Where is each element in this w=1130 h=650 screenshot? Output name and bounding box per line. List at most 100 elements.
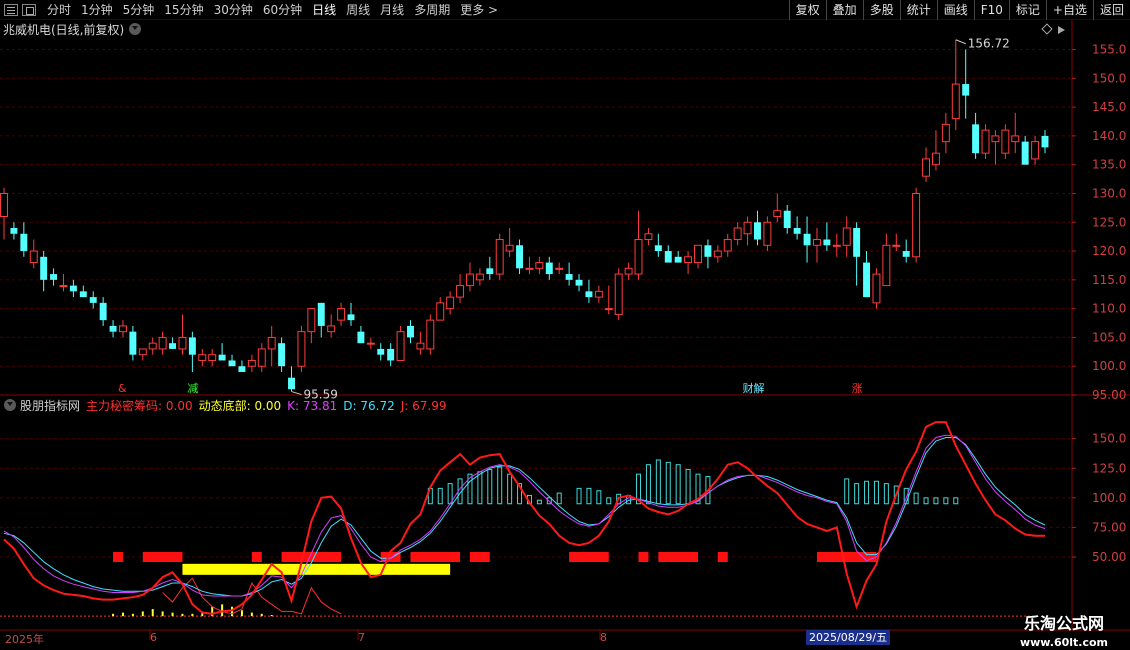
candle-body	[50, 274, 58, 280]
dynamic-bottom-line	[162, 577, 342, 615]
period-tab-4[interactable]: 30分钟	[209, 1, 258, 18]
period-tab-0[interactable]: 分时	[42, 1, 76, 18]
histogram-bar	[447, 483, 453, 505]
period-tab-10[interactable]: 更多 >	[455, 1, 503, 18]
candle-body	[486, 268, 494, 275]
candle-body	[585, 291, 593, 298]
histogram-bar	[883, 483, 889, 505]
indicator-value-4: J: 67.99	[400, 398, 447, 413]
candle-body	[69, 285, 77, 292]
candle-body	[407, 325, 414, 338]
tool-button-1[interactable]: 叠加	[825, 0, 863, 20]
candle-body	[1021, 141, 1029, 165]
candle-body	[972, 124, 980, 154]
candle-body	[327, 325, 336, 333]
candle-body	[169, 343, 177, 349]
date-label-june: 6	[150, 631, 157, 644]
candle-body	[357, 331, 365, 344]
histogram-bar	[616, 493, 622, 505]
candle-body	[684, 256, 693, 264]
period-tab-7[interactable]: 周线	[341, 1, 375, 18]
signal-bar-red	[569, 552, 609, 562]
signal-bar-yellow	[182, 563, 451, 575]
tool-button-5[interactable]: F10	[973, 0, 1009, 20]
event-marker: 减	[187, 382, 198, 395]
kdj-j-line	[3, 421, 1045, 615]
period-tab-6[interactable]: 日线	[307, 1, 341, 18]
candle-body	[575, 279, 583, 286]
indicator-name[interactable]: 股朋指标网	[20, 397, 80, 414]
candle-body	[674, 256, 682, 263]
period-tab-8[interactable]: 月线	[375, 1, 409, 18]
candle-body	[535, 262, 544, 269]
date-label-year: 2025年	[5, 633, 44, 646]
window-icon[interactable]	[22, 3, 36, 16]
candle-body	[456, 285, 465, 298]
candle-body	[783, 210, 791, 229]
tool-button-7[interactable]: +自选	[1045, 0, 1093, 20]
candle-body	[882, 244, 891, 287]
candle-body	[981, 129, 990, 154]
tool-button-6[interactable]: 标记	[1008, 0, 1046, 20]
high-price-label: 156.72	[968, 37, 1010, 51]
histogram-bar	[546, 497, 552, 505]
candle-body	[119, 325, 127, 333]
candle-body	[198, 354, 207, 361]
signal-bar-red	[410, 552, 461, 562]
candle-body	[842, 227, 851, 246]
indicator-dropdown-icon[interactable]	[4, 399, 16, 411]
menu-icon[interactable]	[4, 3, 18, 16]
expand-arrow-icon[interactable]	[1058, 26, 1065, 34]
period-tab-5[interactable]: 60分钟	[258, 1, 307, 18]
diamond-icon[interactable]	[1041, 23, 1053, 35]
period-tab-9[interactable]: 多周期	[409, 1, 455, 18]
histogram-bar	[665, 461, 671, 505]
histogram-bar	[903, 487, 909, 505]
tool-button-3[interactable]: 统计	[899, 0, 937, 20]
candle-body	[624, 267, 633, 275]
tool-button-0[interactable]: 复权	[788, 0, 826, 20]
candle-body	[773, 210, 782, 217]
candle-body	[1041, 135, 1049, 148]
candle-body	[257, 348, 266, 367]
candle-body	[912, 192, 921, 258]
histogram-bar	[596, 490, 602, 505]
histogram-bar	[487, 468, 493, 505]
signal-bar-red	[469, 552, 490, 562]
tool-button-8[interactable]: 返回	[1092, 0, 1130, 20]
candle-body	[545, 262, 553, 275]
indicator-tick-label: 100.0	[1092, 491, 1126, 505]
period-tab-2[interactable]: 5分钟	[118, 1, 160, 18]
indicator-value-0: 主力秘密筹码: 0.00	[86, 398, 193, 413]
candle-body	[853, 228, 861, 257]
candle-body	[138, 348, 147, 356]
candle-body	[307, 308, 316, 333]
indicator-tick-label: 125.0	[1092, 461, 1126, 475]
period-tab-1[interactable]: 1分钟	[76, 1, 118, 18]
candle-body	[475, 273, 484, 281]
candle-body	[604, 308, 613, 311]
period-tab-3[interactable]: 15分钟	[159, 1, 208, 18]
candle-body	[10, 228, 18, 234]
kdj-k-line	[3, 434, 1046, 597]
tool-button-2[interactable]: 多股	[862, 0, 900, 20]
high-pointer	[955, 39, 966, 45]
candle-body	[317, 302, 325, 326]
candle-body	[922, 158, 930, 177]
signal-bar-red	[113, 552, 123, 562]
candle-body	[267, 336, 276, 350]
candle-body	[99, 302, 107, 321]
candle-body	[228, 360, 236, 367]
candle-body	[158, 336, 167, 350]
histogram-bar	[626, 494, 632, 505]
candle-body	[0, 192, 8, 217]
price-tick-label: 155.0	[1092, 43, 1126, 57]
candle-body	[396, 331, 405, 361]
histogram-bar	[526, 494, 532, 505]
title-dropdown-icon[interactable]	[129, 23, 142, 35]
candle-body	[664, 251, 672, 263]
tool-button-4[interactable]: 画线	[936, 0, 974, 20]
candlestick-chart[interactable]: 155.0 150.0 145.0 140.0 135.0 130.0 125.0 120.0…	[0, 0, 1130, 650]
price-tick-label: 100.0	[1092, 359, 1126, 373]
candle-body	[377, 348, 385, 355]
